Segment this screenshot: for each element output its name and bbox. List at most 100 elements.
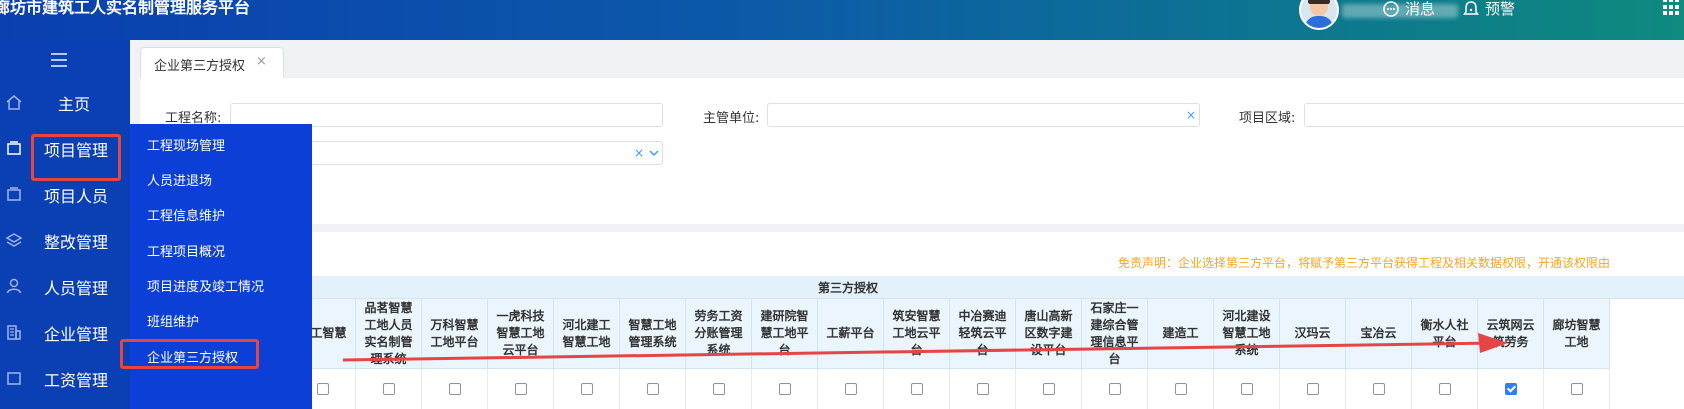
column-header: 汉玛云 <box>1280 299 1346 369</box>
people-icon <box>7 187 21 201</box>
auth-checkbox[interactable] <box>1042 383 1055 395</box>
top-header: 廊坊市建筑工人实名制管理服务平台 消息 预警 <box>0 0 1684 40</box>
auth-cell <box>1346 369 1412 409</box>
auth-checkbox[interactable] <box>646 383 659 395</box>
sidebar-item-rectification[interactable]: 整改管理 <box>0 217 130 263</box>
auth-cell <box>1148 369 1214 409</box>
close-icon[interactable]: × <box>256 54 267 69</box>
auth-cell <box>356 369 422 409</box>
auth-cell <box>620 369 686 409</box>
auth-cell <box>818 369 884 409</box>
auth-checkbox[interactable] <box>1240 383 1253 395</box>
auth-checkbox[interactable] <box>976 383 989 395</box>
auth-checkbox[interactable] <box>514 383 527 395</box>
auth-cell <box>1478 369 1544 409</box>
auth-checkbox[interactable] <box>448 383 461 395</box>
disclaimer-text: 免责声明：企业选择第三方平台，将赋予第三方平台获得工程及相关数据权限，开通该权限… <box>1118 256 1611 270</box>
auth-cell <box>554 369 620 409</box>
auth-cell <box>1016 369 1082 409</box>
auth-checkbox[interactable] <box>1306 383 1319 395</box>
sidebar-item-enterprise[interactable]: 企业管理 <box>0 309 130 355</box>
bell-icon <box>1463 0 1479 15</box>
messages-button[interactable]: 消息 <box>1382 0 1435 19</box>
highlight-box <box>31 134 121 181</box>
highlight-box <box>120 339 259 369</box>
submenu-item[interactable]: 工程信息维护 <box>147 205 225 224</box>
column-header: 河北建工智慧工地 <box>554 299 620 369</box>
region-select[interactable] <box>1304 103 1684 127</box>
sidebar-item-label: 主页 <box>58 95 91 114</box>
column-header: 石家庄一建综合管理信息平台 <box>1082 299 1148 369</box>
column-header: 品茗智慧工地人员实名制管理系统 <box>356 299 422 369</box>
group-title: 第三方授权 <box>818 281 879 295</box>
tab-enterprise-third-party-auth[interactable]: 企业第三方授权 × <box>140 47 284 78</box>
project-icon <box>7 141 21 155</box>
sidebar-item-wages[interactable]: 工资管理 <box>0 355 130 401</box>
sidebar-item-home[interactable]: 主页 <box>0 79 130 125</box>
alerts-button[interactable]: 预警 <box>1462 0 1515 19</box>
chevron-down-icon[interactable] <box>647 146 661 160</box>
group-header: 第三方授权 <box>140 276 1684 299</box>
auth-checkbox[interactable] <box>1438 383 1451 395</box>
sidebar: 主页 项目管理 项目人员 整改管理 人员管理 企业管理 工资管理 <box>0 40 130 409</box>
auth-checkbox[interactable] <box>1570 383 1583 395</box>
tab-bar: 企业第三方授权 × <box>130 40 1684 78</box>
user-icon <box>6 278 22 294</box>
auth-checkbox[interactable] <box>316 383 329 395</box>
grid-icon[interactable] <box>1663 0 1681 16</box>
region-label: 项目区域: <box>1239 111 1296 126</box>
sidebar-item-label: 企业管理 <box>44 325 109 344</box>
authority-select[interactable]: × <box>767 103 1200 127</box>
message-icon <box>1383 0 1399 17</box>
submenu-item[interactable]: 工程项目概况 <box>147 241 225 260</box>
search-form: 工程名称: 主管单位: × 项目区域: × <box>140 78 1684 224</box>
auth-cell <box>1412 369 1478 409</box>
auth-cell <box>686 369 752 409</box>
sidebar-item-label: 项目人员 <box>44 187 109 206</box>
auth-cell <box>884 369 950 409</box>
column-header: 衡水人社平台 <box>1412 299 1478 369</box>
sidebar-item-personnel[interactable]: 人员管理 <box>0 263 130 309</box>
auth-cell <box>1544 369 1610 409</box>
auth-checkbox[interactable] <box>1504 383 1517 395</box>
column-header: 劳务工资分账管理系统 <box>686 299 752 369</box>
auth-checkbox[interactable] <box>778 383 791 395</box>
auth-checkbox[interactable] <box>382 383 395 395</box>
column-header: 建造工 <box>1148 299 1214 369</box>
sidebar-item-label: 整改管理 <box>44 233 109 252</box>
sidebar-item-label: 工资管理 <box>44 371 109 390</box>
submenu-item[interactable]: 项目进度及竣工情况 <box>147 276 264 295</box>
layers-icon <box>5 233 23 247</box>
submenu-item[interactable]: 人员进退场 <box>147 170 212 189</box>
tab-label: 企业第三方授权 <box>154 59 246 74</box>
main-content: 企业第三方授权 × 工程名称: 主管单位: × 项目区域: × 免责声明：企业选… <box>130 40 1684 409</box>
sidebar-item-label: 人员管理 <box>44 279 109 298</box>
auth-cell <box>1280 369 1346 409</box>
home-icon <box>6 95 22 110</box>
avatar[interactable] <box>1299 0 1339 30</box>
auth-checkbox[interactable] <box>580 383 593 395</box>
auth-checkbox[interactable] <box>1174 383 1187 395</box>
auth-checkbox[interactable] <box>844 383 857 395</box>
authority-label: 主管单位: <box>703 111 760 126</box>
auth-checkbox[interactable] <box>1108 383 1121 395</box>
column-header: 中冶赛迪轻筑云平台 <box>950 299 1016 369</box>
menu-toggle-icon[interactable] <box>51 53 67 67</box>
auth-table-panel: 免责声明：企业选择第三方平台，将赋予第三方平台获得工程及相关数据权限，开通该权限… <box>140 232 1684 409</box>
clear-icon[interactable]: × <box>634 146 644 160</box>
auth-checkbox[interactable] <box>910 383 923 395</box>
column-header: 建研院智慧工地平台 <box>752 299 818 369</box>
submenu-item[interactable]: 工程现场管理 <box>147 135 225 154</box>
column-header: 云筑网云筑劳务 <box>1478 299 1544 369</box>
column-header: 廊坊智慧工地 <box>1544 299 1610 369</box>
column-header: 宝冶云 <box>1346 299 1412 369</box>
auth-cell <box>422 369 488 409</box>
auth-checkbox[interactable] <box>1372 383 1385 395</box>
submenu-item[interactable]: 班组维护 <box>147 311 199 330</box>
column-header: 智慧工地管理系统 <box>620 299 686 369</box>
column-header: 工薪平台 <box>818 299 884 369</box>
auth-checkbox[interactable] <box>712 383 725 395</box>
clear-icon[interactable]: × <box>1186 108 1196 122</box>
alerts-label: 预警 <box>1485 0 1516 18</box>
auth-cell <box>950 369 1016 409</box>
